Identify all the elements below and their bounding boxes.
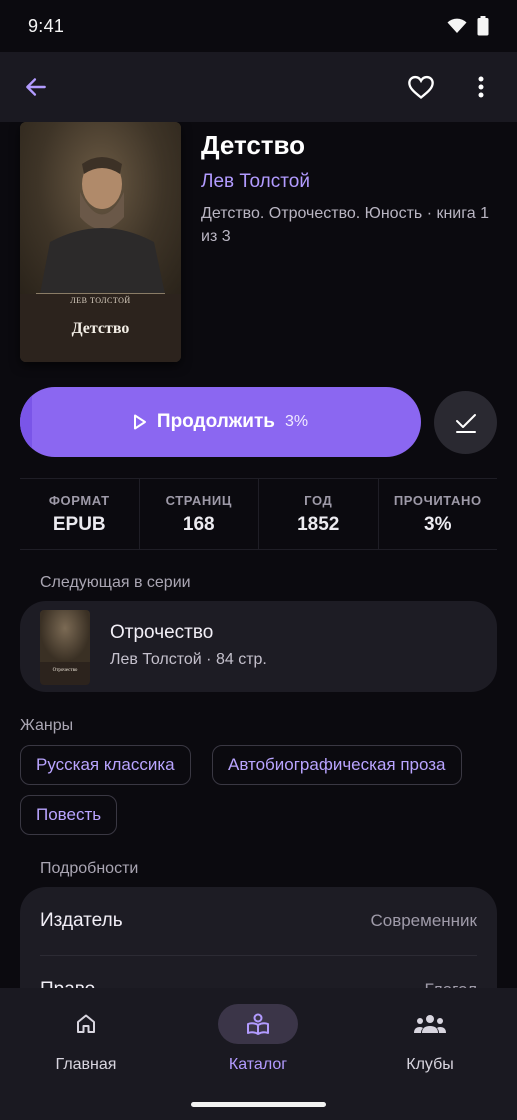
next-book-meta: Лев Толстой · 84 стр. [110,651,267,668]
detail-row-rights: Право Глагол [20,956,497,988]
next-book-title: Отрочество [110,622,214,643]
nav-label: Клубы [406,1056,454,1073]
nav-pill-active [218,1004,298,1044]
book-author-link[interactable]: Лев Толстой [201,171,310,193]
stat-label: СТРАНИЦ [165,492,232,508]
book-cover[interactable]: ЛЕВ ТОЛСТОЙ Детство [20,122,181,362]
more-button[interactable] [465,71,497,103]
book-details-content[interactable]: ЛЕВ ТОЛСТОЙ Детство Детство Лев Толстой … [0,122,517,988]
detail-row-publisher: Издатель Современник [20,887,497,955]
details-heading: Подробности [40,860,139,877]
book-hero: ЛЕВ ТОЛСТОЙ Детство Детство Лев Толстой … [20,122,497,364]
book-stats: ФОРМАТ EPUB СТРАНИЦ 168 ГОД 1852 ПРОЧИТА… [20,478,497,550]
book-title: Детство [201,130,306,160]
stat-read: ПРОЧИТАНО 3% [379,479,498,549]
stat-label: ФОРМАТ [48,492,110,508]
nav-item-home[interactable]: Главная [0,1004,172,1074]
status-time: 9:41 [28,15,65,36]
stat-label: ГОД [304,492,333,508]
detail-value: Современник [370,911,477,930]
detail-value: Глагол [425,980,477,988]
next-cover-title: Отрочество [52,668,78,673]
stat-value: 3% [424,513,452,535]
bottom-navigation: Главная Каталог Клубы [0,988,517,1120]
book-reader-icon [247,1013,269,1035]
group-icon [414,1015,446,1033]
detail-key: Издатель [40,910,123,931]
nav-pill [390,1004,470,1044]
cover-portrait-image [20,122,181,294]
done-all-icon [455,413,476,433]
wifi-icon [447,18,467,33]
continue-reading-button[interactable]: Продолжить 3% [20,387,421,457]
back-button[interactable] [20,71,52,103]
next-in-series-card[interactable]: Отрочество Отрочество Лев Толстой · 84 с… [20,601,497,692]
play-icon [133,414,146,430]
next-in-series-heading: Следующая в серии [40,574,191,591]
genre-chip[interactable]: Повесть [20,795,118,835]
home-indicator[interactable] [191,1102,326,1107]
battery-icon [477,16,489,36]
heart-icon [408,75,434,99]
more-vert-icon [478,76,484,98]
reading-progress-fill [20,387,33,457]
stat-year: ГОД 1852 [259,479,379,549]
stat-value: 168 [182,513,215,535]
genre-chip[interactable]: Автобиографическая проза [212,745,462,785]
arrow-back-icon [26,78,46,96]
progress-percent: 3% [284,413,309,430]
stat-label: ПРОЧИТАНО [393,492,482,508]
nav-label: Главная [55,1056,117,1073]
next-cover-image [40,610,90,662]
genre-chip[interactable]: Русская классика [20,745,191,785]
stat-value: 1852 [297,513,340,535]
top-app-bar [0,52,517,122]
next-book-cover: Отрочество [40,610,90,685]
nav-item-catalog[interactable]: Каталог [172,1004,344,1074]
detail-key: Право [40,979,95,988]
series-info[interactable]: Детство. Отрочество. Юность · книга 1 из… [201,202,491,248]
stat-format: ФОРМАТ EPUB [20,479,140,549]
favorite-button[interactable] [405,71,437,103]
genres-heading: Жанры [20,717,74,734]
status-bar: 9:41 [0,0,517,52]
cover-title-text: Детство [71,320,130,337]
mark-as-read-button[interactable] [434,391,497,454]
nav-item-clubs[interactable]: Клубы [344,1004,516,1074]
cover-author-text: ЛЕВ ТОЛСТОЙ [70,296,131,305]
home-icon [77,1014,95,1033]
status-icons [447,16,489,36]
nav-pill [46,1004,126,1044]
stat-value: EPUB [52,513,106,535]
continue-label: Продолжить [156,411,275,432]
details-card: Издатель Современник Право Глагол [20,887,497,988]
stat-pages: СТРАНИЦ 168 [140,479,259,549]
nav-label: Каталог [228,1056,288,1073]
